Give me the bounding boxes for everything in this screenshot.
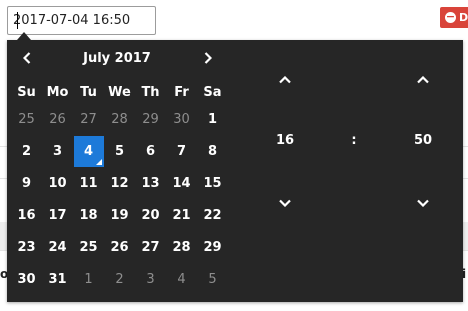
calendar-week-row: 30 31 1 2 3 4 5	[11, 263, 228, 295]
calendar-day-other-month[interactable]: 28	[104, 103, 135, 135]
calendar-day[interactable]: 1	[197, 103, 228, 135]
minute-value[interactable]: 50	[403, 133, 443, 148]
calendar-day[interactable]: 25	[73, 231, 104, 263]
calendar-week-row: 16 17 18 19 20 21 22	[11, 199, 228, 231]
calendar-day-other-month[interactable]: 26	[42, 103, 73, 135]
calendar-day[interactable]: 31	[42, 263, 73, 295]
picker-pointer	[17, 32, 31, 40]
chevron-up-icon	[279, 76, 291, 84]
hour-increment-button[interactable]	[265, 76, 305, 84]
calendar-day[interactable]: 23	[11, 231, 42, 263]
calendar-day-other-month[interactable]: 25	[11, 103, 42, 135]
delete-button-label: D	[459, 11, 468, 24]
calendar-day[interactable]: 18	[73, 199, 104, 231]
calendar-day[interactable]: 20	[135, 199, 166, 231]
weekday-header: Su	[17, 84, 36, 100]
datetime-input[interactable]	[7, 6, 156, 35]
calendar-day-selected[interactable]: 4	[73, 135, 104, 167]
calendar-day[interactable]: 10	[42, 167, 73, 199]
calendar-day-other-month[interactable]: 2	[104, 263, 135, 295]
weekday-header: Th	[141, 84, 160, 100]
weekday-header: We	[108, 84, 131, 100]
calendar-day[interactable]: 8	[197, 135, 228, 167]
chevron-down-icon	[279, 199, 291, 207]
calendar-day-other-month[interactable]: 30	[166, 103, 197, 135]
calendar-day-other-month[interactable]: 1	[73, 263, 104, 295]
time-separator: :	[351, 133, 357, 148]
minute-decrement-button[interactable]	[403, 199, 443, 207]
minute-increment-button[interactable]	[403, 76, 443, 84]
text-caret	[17, 12, 18, 29]
calendar-day[interactable]: 22	[197, 199, 228, 231]
calendar-day-other-month[interactable]: 29	[135, 103, 166, 135]
calendar-day[interactable]: 21	[166, 199, 197, 231]
chevron-up-icon	[417, 76, 429, 84]
minus-circle-icon: −	[445, 10, 456, 23]
calendar-day[interactable]: 27	[135, 231, 166, 263]
calendar-week-row: 23 24 25 26 27 28 29	[11, 231, 228, 263]
calendar-day[interactable]: 12	[104, 167, 135, 199]
weekday-header: Tu	[80, 84, 97, 100]
datetime-picker: July 2017 Su Mo Tu We Th Fr Sa 25 26 27 28 29 30 1 2 3…	[7, 40, 463, 302]
chevron-right-icon	[204, 52, 212, 64]
calendar-day[interactable]: 26	[104, 231, 135, 263]
weekday-header: Fr	[174, 84, 189, 100]
calendar-day[interactable]: 15	[197, 167, 228, 199]
calendar-day[interactable]: 6	[135, 135, 166, 167]
weekday-header: Mo	[46, 84, 69, 100]
calendar-day[interactable]: 11	[73, 167, 104, 199]
calendar-day-other-month[interactable]: 4	[166, 263, 197, 295]
calendar-day[interactable]: 2	[11, 135, 42, 167]
calendar-day-other-month[interactable]: 5	[197, 263, 228, 295]
calendar-day[interactable]: 19	[104, 199, 135, 231]
next-month-button[interactable]	[197, 50, 219, 68]
calendar-day[interactable]: 3	[42, 135, 73, 167]
month-title[interactable]: July 2017	[59, 51, 175, 66]
selected-day-highlight: 4	[73, 135, 104, 167]
calendar-grid: Su Mo Tu We Th Fr Sa 25 26 27 28 29 30 1 2 3 4 5 6 7 8 9 10 11…	[11, 81, 228, 295]
calendar-day[interactable]: 14	[166, 167, 197, 199]
calendar-week-row: 9 10 11 12 13 14 15	[11, 167, 228, 199]
calendar-week-row: 2345678	[11, 135, 228, 167]
calendar-day-other-month[interactable]: 3	[135, 263, 166, 295]
calendar-day[interactable]: 28	[166, 231, 197, 263]
calendar-day[interactable]: 13	[135, 167, 166, 199]
calendar-day[interactable]: 5	[104, 135, 135, 167]
calendar-day[interactable]: 7	[166, 135, 197, 167]
calendar-day[interactable]: 16	[11, 199, 42, 231]
chevron-left-icon	[23, 52, 31, 64]
hour-decrement-button[interactable]	[265, 199, 305, 207]
calendar-week-row: 25 26 27 28 29 30 1	[11, 103, 228, 135]
chevron-down-icon	[417, 199, 429, 207]
delete-button[interactable]: − D	[440, 7, 468, 28]
calendar-day[interactable]: 17	[42, 199, 73, 231]
weekday-header: Sa	[203, 84, 222, 100]
calendar-day[interactable]: 30	[11, 263, 42, 295]
calendar-day[interactable]: 29	[197, 231, 228, 263]
calendar-day-other-month[interactable]: 27	[73, 103, 104, 135]
hour-value[interactable]: 16	[265, 133, 305, 148]
prev-month-button[interactable]	[16, 50, 38, 68]
calendar-day[interactable]: 24	[42, 231, 73, 263]
calendar-day[interactable]: 9	[11, 167, 42, 199]
